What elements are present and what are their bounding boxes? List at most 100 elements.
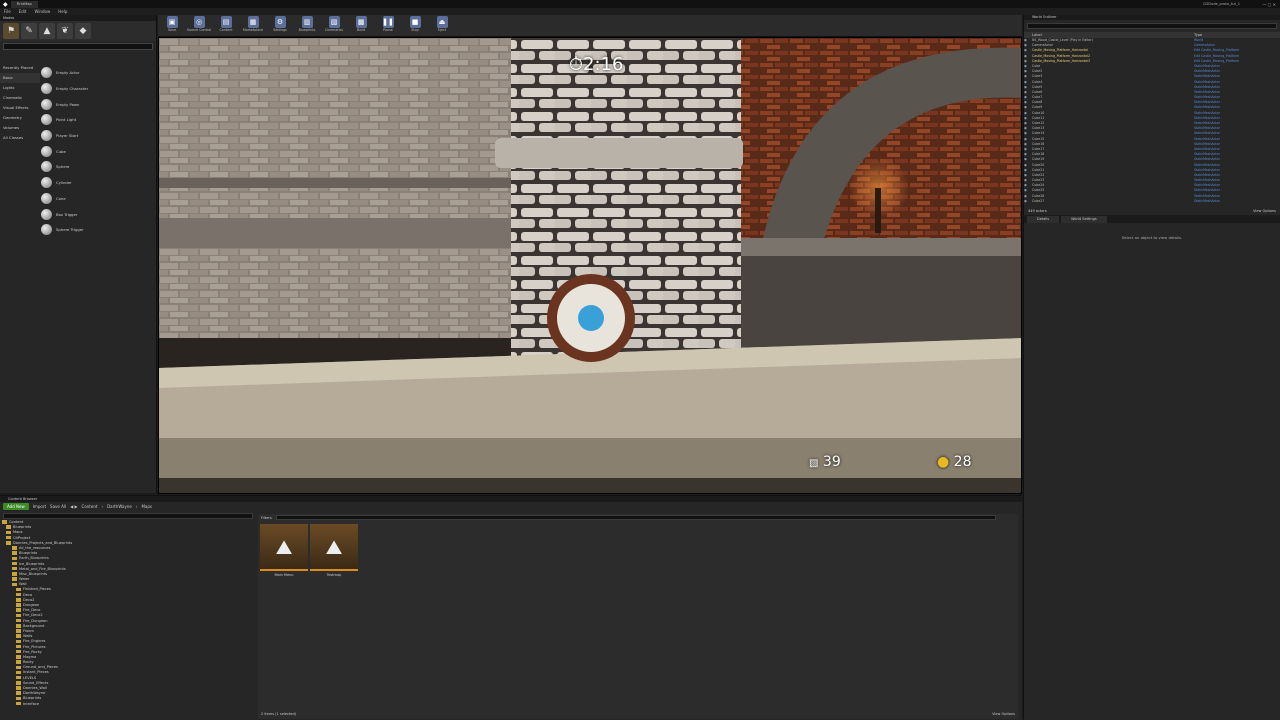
path-content[interactable]: Content	[82, 504, 98, 509]
hud-timer: ⏱2:16	[569, 54, 624, 75]
asset-main-menu[interactable]: ⛰ Main Menu	[260, 524, 308, 582]
source-control-button[interactable]: ◎ Source Control	[187, 15, 211, 32]
pause-button[interactable]: ❚❚ Pause	[377, 15, 399, 32]
path-maps[interactable]: Maps	[141, 504, 152, 509]
tab-world-settings[interactable]: World Settings	[1061, 216, 1107, 223]
window-controls[interactable]: — ▢ ✕	[1262, 2, 1276, 7]
folder-icon	[16, 629, 21, 633]
folder-icon	[16, 618, 21, 623]
filters-button[interactable]: Filters	[261, 516, 272, 520]
folder-icon	[16, 613, 21, 618]
paint-mode-icon[interactable]: ✎	[21, 23, 37, 39]
placeable-item[interactable]: Empty Pawn	[41, 96, 155, 112]
modes-search-input[interactable]	[3, 43, 153, 50]
folder-icon	[6, 535, 11, 540]
modes-categories: Recently Placed Basic Lights Cinematic V…	[0, 63, 40, 143]
actor-icon	[41, 67, 52, 79]
folder-icon	[6, 525, 11, 529]
category-recently-placed[interactable]: Recently Placed	[0, 63, 40, 73]
placeable-item[interactable]: Point Light	[41, 112, 155, 128]
folder-icon	[6, 530, 11, 535]
build-button[interactable]: ▩ Build	[350, 15, 372, 32]
placeable-item[interactable]: Box Trigger	[41, 206, 155, 222]
geometry-mode-icon[interactable]: ◆	[75, 23, 91, 39]
game-scene	[159, 38, 1021, 493]
sphere-icon	[41, 161, 52, 173]
tree-search-input[interactable]	[3, 513, 253, 519]
gear-icon: ⚙	[274, 16, 286, 28]
outliner-row[interactable]: ◉ Cube27 StaticMeshActor	[1024, 199, 1280, 204]
folder-icon	[16, 655, 21, 659]
clock-icon: ⏱	[569, 54, 584, 75]
save-all-button[interactable]: Save All	[50, 504, 66, 509]
cb-view-options-button[interactable]: View Options	[992, 712, 1015, 716]
placeable-item[interactable]: Cube	[41, 143, 155, 159]
menu-window[interactable]: Window	[34, 9, 50, 14]
cinematics-button[interactable]: ▧ Cinematics	[323, 15, 345, 32]
import-button[interactable]: Import	[33, 504, 46, 509]
blueprint-icon: ▥	[301, 16, 313, 28]
asset-search-input[interactable]	[275, 515, 996, 520]
placeable-item[interactable]: Empty Actor	[41, 65, 155, 81]
folder-icon	[16, 696, 21, 701]
visibility-icon[interactable]: ◉	[1024, 199, 1032, 204]
settings-button[interactable]: ⚙ Settings	[269, 15, 291, 32]
add-new-button[interactable]: Add New	[3, 503, 29, 510]
category-visual-effects[interactable]: Visual Effects	[0, 103, 40, 113]
menu-edit[interactable]: Edit	[19, 9, 27, 14]
folder-icon	[12, 551, 17, 555]
menu-help[interactable]: Help	[58, 9, 67, 14]
category-cinematic[interactable]: Cinematic	[0, 93, 40, 103]
eject-button[interactable]: ⏏ Eject	[431, 15, 453, 32]
placeable-item[interactable]: Cone	[41, 191, 155, 207]
folder-icon	[12, 572, 17, 576]
placeable-item[interactable]: Sphere Trigger	[41, 222, 155, 238]
folder-tree: Content Blueprints Maps CitProject Dannies_P…	[2, 520, 252, 718]
history-back-icon[interactable]: ◀ ▶	[70, 504, 77, 509]
outliner-tab[interactable]: World Outliner	[1024, 15, 1280, 20]
folder-icon	[16, 644, 21, 649]
menu-file[interactable]: File	[4, 9, 11, 14]
foliage-mode-icon[interactable]: ❦	[57, 23, 73, 39]
project-tab[interactable]: FirstMap	[10, 0, 38, 8]
placeable-item[interactable]: Sphere	[41, 159, 155, 175]
category-geometry[interactable]: Geometry	[0, 113, 40, 123]
category-volumes[interactable]: Volumes	[0, 123, 40, 133]
view-options-button[interactable]: View Options	[1253, 209, 1276, 213]
pause-icon: ❚❚	[382, 16, 394, 28]
world-outliner: World Outliner Label Type ◉ NS_Wood_Castl…	[1023, 15, 1280, 215]
marketplace-icon: ▦	[247, 16, 259, 28]
place-mode-icon[interactable]: ⚑	[3, 23, 19, 39]
folder-icon	[12, 546, 17, 550]
asset-testmap[interactable]: ⛰ Testmap	[310, 524, 358, 582]
asset-status: 2 items (1 selected)	[261, 712, 297, 716]
cone-icon	[41, 192, 52, 204]
content-browser: Content Browser Add New Import Save All …	[0, 495, 1022, 720]
landscape-mode-icon[interactable]: ▲	[39, 23, 55, 39]
marketplace-button[interactable]: ▦ Marketplace	[242, 15, 264, 32]
game-viewport[interactable]: ⏱2:16 ▧ 39 ● 28	[158, 37, 1022, 494]
placeable-item[interactable]: Cylinder	[41, 175, 155, 191]
save-button[interactable]: ▣ Save	[161, 15, 183, 32]
blueprints-button[interactable]: ▥ Blueprints	[296, 15, 318, 32]
placeable-item[interactable]: Empty Character	[41, 81, 155, 97]
box-trigger-icon	[41, 208, 52, 220]
category-all-classes[interactable]: All Classes	[0, 133, 40, 143]
clapper-icon: ▧	[328, 16, 340, 28]
asset-filter-bar: Filters	[258, 514, 1018, 521]
category-basic[interactable]: Basic	[0, 73, 40, 83]
tab-details[interactable]: Details	[1027, 216, 1060, 223]
folder-icon	[12, 566, 17, 571]
content-browser-toolbar: Add New Import Save All ◀ ▶ Content › Dar…	[0, 502, 1022, 511]
stop-button[interactable]: ■ Stop	[404, 15, 426, 32]
cylinder-icon	[41, 177, 52, 189]
path-darthwayne[interactable]: DarthWayne	[107, 504, 132, 509]
placeable-item[interactable]: Player Start	[41, 128, 155, 144]
category-lights[interactable]: Lights	[0, 83, 40, 93]
folder-icon	[12, 561, 17, 566]
pawn-icon	[41, 98, 52, 110]
folder-icon	[16, 649, 21, 654]
content-button[interactable]: ▤ Content	[215, 15, 237, 32]
outliner-search-input[interactable]	[1027, 23, 1277, 29]
folder-item[interactable]: Interface	[2, 702, 252, 707]
